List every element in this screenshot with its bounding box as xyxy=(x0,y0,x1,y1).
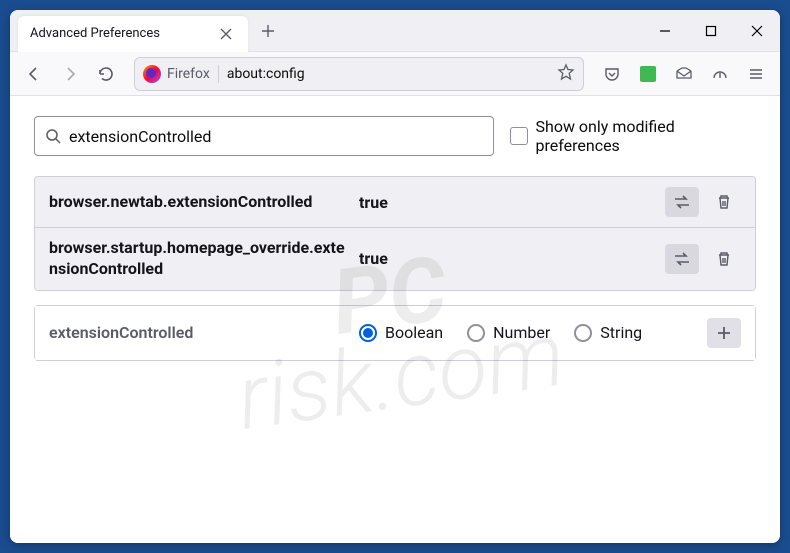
delete-button[interactable] xyxy=(707,187,741,217)
type-label: Number xyxy=(493,323,550,342)
toolbar-actions xyxy=(596,58,772,90)
radio-icon xyxy=(574,324,592,342)
navigation-toolbar: Firefox xyxy=(10,52,780,96)
close-window-button[interactable] xyxy=(734,10,780,52)
close-tab-icon[interactable] xyxy=(216,24,236,44)
radio-icon xyxy=(467,324,485,342)
extension-icon[interactable] xyxy=(632,58,664,90)
browser-tab[interactable]: Advanced Preferences xyxy=(18,16,248,52)
identity-box[interactable]: Firefox xyxy=(143,65,219,83)
back-button[interactable] xyxy=(18,58,50,90)
profiler-icon[interactable] xyxy=(704,58,736,90)
search-icon xyxy=(45,128,61,144)
browser-window: Advanced Preferences xyxy=(10,10,780,543)
type-label: String xyxy=(600,323,642,342)
search-box[interactable] xyxy=(34,116,494,156)
identity-label: Firefox xyxy=(167,66,210,82)
plus-icon xyxy=(716,325,732,341)
preference-name: browser.newtab.extensionControlled xyxy=(49,192,349,213)
reload-button[interactable] xyxy=(90,58,122,90)
inbox-icon[interactable] xyxy=(668,58,700,90)
checkbox-icon xyxy=(510,127,528,145)
preference-value: true xyxy=(359,193,655,212)
maximize-button[interactable] xyxy=(688,10,734,52)
tab-title: Advanced Preferences xyxy=(30,26,206,41)
type-label: Boolean xyxy=(385,323,443,342)
menu-button[interactable] xyxy=(740,58,772,90)
add-button[interactable] xyxy=(707,318,741,348)
url-input[interactable] xyxy=(227,66,549,82)
delete-button[interactable] xyxy=(707,244,741,274)
preference-row[interactable]: browser.newtab.extensionControlled true xyxy=(35,177,755,227)
type-option-number[interactable]: Number xyxy=(467,323,550,342)
preference-row[interactable]: browser.startup.homepage_override.extens… xyxy=(35,227,755,290)
checkbox-label: Show only modified preferences xyxy=(536,117,757,155)
minimize-button[interactable] xyxy=(642,10,688,52)
add-preference-panel: extensionControlled Boolean Number Strin… xyxy=(34,305,756,361)
type-options: Boolean Number String xyxy=(359,323,697,342)
pocket-icon[interactable] xyxy=(596,58,628,90)
trash-icon xyxy=(716,251,732,267)
page-content: Show only modified preferences browser.n… xyxy=(10,96,780,543)
titlebar: Advanced Preferences xyxy=(10,10,780,52)
toggle-icon xyxy=(673,252,691,266)
window-controls xyxy=(642,10,780,52)
preference-actions xyxy=(665,244,741,274)
toggle-button[interactable] xyxy=(665,244,699,274)
toggle-button[interactable] xyxy=(665,187,699,217)
preference-actions xyxy=(665,187,741,217)
preferences-table: browser.newtab.extensionControlled true … xyxy=(34,176,756,291)
type-option-string[interactable]: String xyxy=(574,323,642,342)
url-bar[interactable]: Firefox xyxy=(134,57,584,91)
add-preference-row: extensionControlled Boolean Number Strin… xyxy=(35,306,755,360)
preference-name: browser.startup.homepage_override.extens… xyxy=(49,238,349,280)
search-input[interactable] xyxy=(69,127,483,146)
trash-icon xyxy=(716,194,732,210)
toggle-icon xyxy=(673,195,691,209)
preference-value: true xyxy=(359,249,655,268)
show-modified-checkbox[interactable]: Show only modified preferences xyxy=(510,117,756,155)
new-preference-name: extensionControlled xyxy=(49,323,349,342)
radio-icon xyxy=(359,324,377,342)
search-bar-row: Show only modified preferences xyxy=(34,116,756,156)
forward-button[interactable] xyxy=(54,58,86,90)
bookmark-star-icon[interactable] xyxy=(557,63,575,85)
firefox-logo-icon xyxy=(143,65,161,83)
new-tab-button[interactable] xyxy=(252,15,284,47)
type-option-boolean[interactable]: Boolean xyxy=(359,323,443,342)
